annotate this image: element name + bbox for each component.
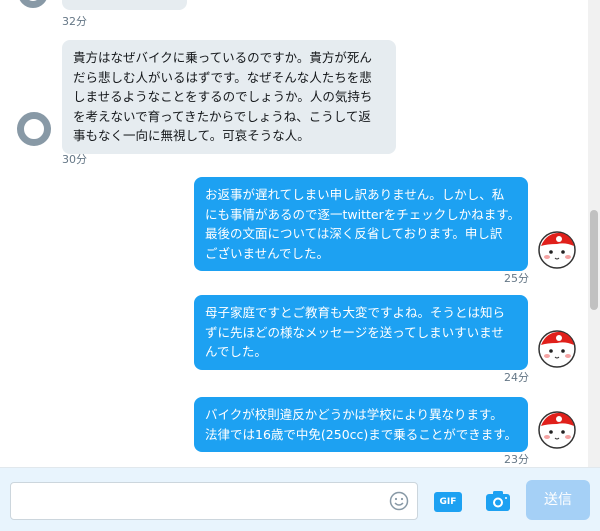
message-line: ございませんでした。 (205, 245, 330, 261)
message-line: 法律では16歳で中免(250cc)まで乗ることができます。 (205, 426, 518, 442)
user-avatar-face-icon (538, 411, 576, 449)
message-line: 事もなく一向に無視して。可哀そうな人。 (73, 128, 310, 143)
message-line: 母子家庭ですとご教育も大変ですよね。そうとは知ら (205, 305, 506, 320)
message-thread[interactable]: 32分 貴方はなぜバイクに乗っているのですか。貴方が死ん だら悲しむ人がいるはず… (0, 0, 588, 467)
user-avatar-face-icon (538, 330, 576, 368)
sent-message-bubble: 母子家庭ですとご教育も大変ですよね。そうとは知ら ずに先ほどの様なメッセージを送… (194, 295, 528, 370)
message-line: しませるようなことをするのでしょうか。人の気持ち (73, 89, 373, 104)
message-input[interactable] (10, 482, 418, 520)
received-message-bubble: 貴方はなぜバイクに乗っているのですか。貴方が死ん だら悲しむ人がいるはずです。な… (62, 40, 396, 154)
message-time: 30分 (62, 153, 87, 166)
message-line: を考えないで育ってきたからでしょうね、こうして返 (73, 108, 371, 124)
message-line: んでした。 (205, 344, 267, 359)
message-composer: GIF 送信 (0, 467, 600, 531)
message-line: にも事情があるので逐一twitterをチェックしかねます。 (205, 206, 520, 222)
message-line: だら悲しむ人がいるはずです。なぜそんな人たちを悲 (73, 69, 372, 85)
send-button[interactable]: 送信 (526, 480, 590, 520)
message-line: ずに先ほどの様なメッセージを送ってしまいすいませ (205, 324, 504, 340)
message-time: 23分 (504, 453, 529, 466)
smiley-icon[interactable] (389, 491, 409, 511)
sender-avatar (18, 0, 48, 8)
gif-button[interactable]: GIF (434, 492, 462, 512)
message-time: 24分 (504, 371, 529, 384)
sent-message-bubble: バイクが校則違反かどうかは学校により異なります。 法律では16歳で中免(250c… (194, 397, 528, 452)
user-avatar-face-icon (538, 231, 576, 269)
sender-avatar (17, 112, 51, 146)
message-time: 32分 (62, 15, 87, 28)
message-time: 25分 (504, 272, 529, 285)
scrollbar[interactable] (588, 0, 600, 467)
message-bubble-clipped (62, 0, 187, 10)
scrollbar-thumb[interactable] (590, 210, 598, 310)
camera-icon[interactable] (485, 490, 511, 512)
message-line: お返事が遅れてしまい申し訳ありません。しかし、私 (205, 187, 505, 202)
message-line: 貴方はなぜバイクに乗っているのですか。貴方が死ん (73, 50, 372, 65)
message-line: バイクが校則違反かどうかは学校により異なります。 (205, 407, 503, 422)
sent-message-bubble: お返事が遅れてしまい申し訳ありません。しかし、私 にも事情があるので逐一twit… (194, 177, 528, 271)
message-line: 最後の文面については深く反省しております。申し訳 (205, 226, 503, 241)
